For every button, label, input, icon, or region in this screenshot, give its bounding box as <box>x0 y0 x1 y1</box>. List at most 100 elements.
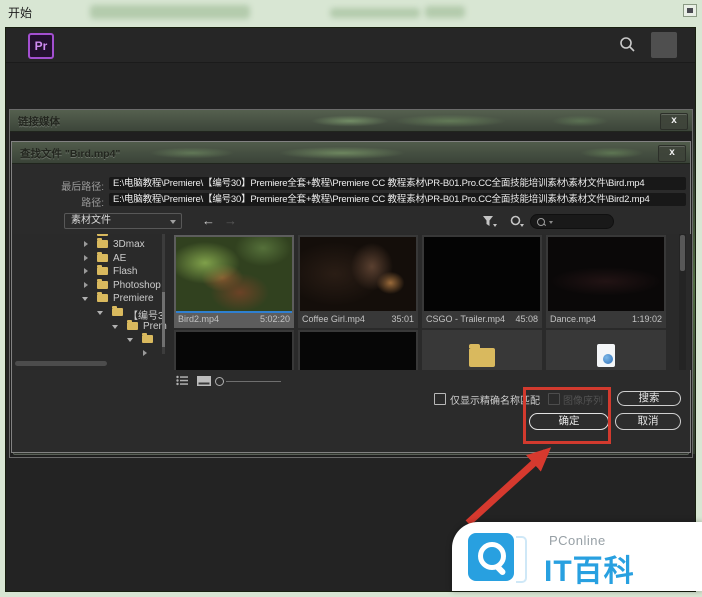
folder-icon <box>142 335 153 343</box>
background-blur <box>90 5 250 19</box>
chevron-down-icon[interactable] <box>127 338 133 342</box>
folder-icon <box>112 308 123 316</box>
magnifier-handle <box>493 563 506 576</box>
zoom-slider-knob[interactable] <box>215 377 224 386</box>
back-arrow-icon[interactable]: ← <box>202 213 215 228</box>
search-input[interactable] <box>530 214 614 229</box>
path-value: E:\电脑教程\Premiere\【编号30】Premiere全套+教程\Pre… <box>109 193 686 206</box>
project-file-card[interactable] <box>546 330 666 370</box>
folder-icon <box>127 322 138 330</box>
location-dropdown[interactable]: 素材文件 <box>64 213 182 229</box>
file-duration: 45:08 <box>515 314 538 324</box>
thumbnail-view-icon[interactable] <box>197 376 211 386</box>
window-control-icon[interactable] <box>683 4 697 17</box>
file-duration: 1:19:02 <box>632 314 662 324</box>
search-icon <box>537 218 545 226</box>
video-thumbnail[interactable] <box>176 237 292 311</box>
tree-item-premiere[interactable]: Premiere <box>13 292 163 305</box>
video-thumbnail[interactable] <box>300 332 416 370</box>
path-label: 路径: <box>12 194 104 209</box>
background-blur <box>330 8 420 18</box>
exact-match-checkbox[interactable] <box>434 393 446 405</box>
file-card-csgo-trailer[interactable]: CSGO - Trailer.mp4 45:08 <box>422 235 542 328</box>
scrollbar-thumb[interactable] <box>162 292 165 347</box>
last-path-label: 最后路径: <box>12 178 104 193</box>
folder-icon <box>97 240 108 248</box>
chevron-down-icon <box>549 221 553 224</box>
dialog-title: 链接媒体 <box>18 114 60 129</box>
tree-item-label: Flash <box>113 266 137 277</box>
settings-icon[interactable] <box>510 215 525 228</box>
dialog-titlebar[interactable]: 链接媒体 x <box>10 110 692 132</box>
tree-item-3dmax[interactable]: 3Dmax <box>13 238 163 251</box>
chevron-down-icon <box>170 220 176 224</box>
user-avatar[interactable] <box>651 32 677 58</box>
highlight-rectangle <box>523 387 611 444</box>
close-icon: x <box>669 147 675 158</box>
tree-item-label: Photoshop <box>113 280 161 291</box>
tree-item-numbered[interactable]: 【编号3 <box>13 306 163 319</box>
close-icon: x <box>671 115 677 126</box>
tree-horizontal-scrollbar[interactable] <box>15 361 107 366</box>
background-blur <box>425 6 465 18</box>
list-view-icon[interactable] <box>176 375 189 386</box>
folder-icon <box>97 294 108 302</box>
file-card-bird2[interactable]: Bird2.mp4 5:02:20 <box>174 235 294 328</box>
file-card[interactable] <box>298 330 418 370</box>
file-card[interactable] <box>174 330 294 370</box>
folder-icon <box>97 234 108 236</box>
grid-vertical-scrollbar[interactable] <box>679 234 686 370</box>
chevron-down-icon[interactable] <box>112 325 118 329</box>
tree-item-photoshop[interactable]: Photoshop <box>13 279 163 292</box>
file-card-coffee-girl[interactable]: Coffee Girl.mp4 35:01 <box>298 235 418 328</box>
chevron-down-icon[interactable] <box>82 297 88 301</box>
tree-item-flash[interactable]: Flash <box>13 265 163 278</box>
file-name: Coffee Girl.mp4 <box>302 314 365 324</box>
tree-item-label: AE <box>113 253 126 264</box>
watermark-logo <box>468 533 514 581</box>
video-thumbnail[interactable] <box>176 332 292 370</box>
chevron-right-icon[interactable] <box>143 350 147 356</box>
close-button[interactable]: x <box>660 113 688 130</box>
tree-item[interactable] <box>13 347 163 360</box>
chevron-right-icon[interactable] <box>84 268 88 274</box>
zoom-slider-track[interactable] <box>226 381 281 382</box>
folder-icon <box>469 348 495 367</box>
file-card-dance[interactable]: Dance.mp4 1:19:02 <box>546 235 666 328</box>
file-name: Bird2.mp4 <box>178 314 219 324</box>
chevron-right-icon[interactable] <box>84 255 88 261</box>
chevron-right-icon[interactable] <box>84 282 88 288</box>
forward-arrow-icon[interactable]: → <box>224 213 237 228</box>
video-thumbnail[interactable] <box>424 237 540 311</box>
dialog-titlebar[interactable]: 查找文件 "Bird.mp4" x <box>12 142 690 164</box>
watermark-card: PConline IT百科 <box>452 522 702 591</box>
chevron-down-icon[interactable] <box>97 311 103 315</box>
folder-card[interactable] <box>422 330 542 370</box>
video-thumbnail[interactable] <box>300 237 416 311</box>
search-button[interactable]: 搜索 <box>617 391 681 406</box>
dialog-title: 查找文件 "Bird.mp4" <box>20 146 120 161</box>
watermark-page-shape <box>516 536 527 583</box>
document-icon <box>597 344 615 367</box>
tree-item[interactable] <box>13 333 163 346</box>
file-name: Dance.mp4 <box>550 314 596 324</box>
tree-vertical-scrollbar[interactable] <box>162 234 165 354</box>
cancel-button[interactable]: 取消 <box>615 413 681 430</box>
header-search-icon[interactable] <box>619 36 636 53</box>
premiere-logo: Pr <box>28 33 54 59</box>
magnifier-icon <box>478 542 506 570</box>
last-path-value: E:\电脑教程\Premiere\【编号30】Premiere全套+教程\Pre… <box>109 177 686 190</box>
folder-icon <box>97 267 108 275</box>
tree-item-ae[interactable]: AE <box>13 252 163 265</box>
tree-item-label: Premiere <box>113 293 154 304</box>
file-browser: 3Dmax AE Flash Photoshop <box>13 234 691 370</box>
file-name: CSGO - Trailer.mp4 <box>426 314 505 324</box>
folder-icon <box>97 281 108 289</box>
filter-icon[interactable] <box>482 215 497 228</box>
close-button[interactable]: x <box>658 145 686 162</box>
tree-item-prem[interactable]: Prem <box>13 320 163 333</box>
window-title: 开始 <box>8 4 32 21</box>
video-thumbnail[interactable] <box>548 237 664 311</box>
scrollbar-thumb[interactable] <box>680 235 685 271</box>
chevron-right-icon[interactable] <box>84 241 88 247</box>
